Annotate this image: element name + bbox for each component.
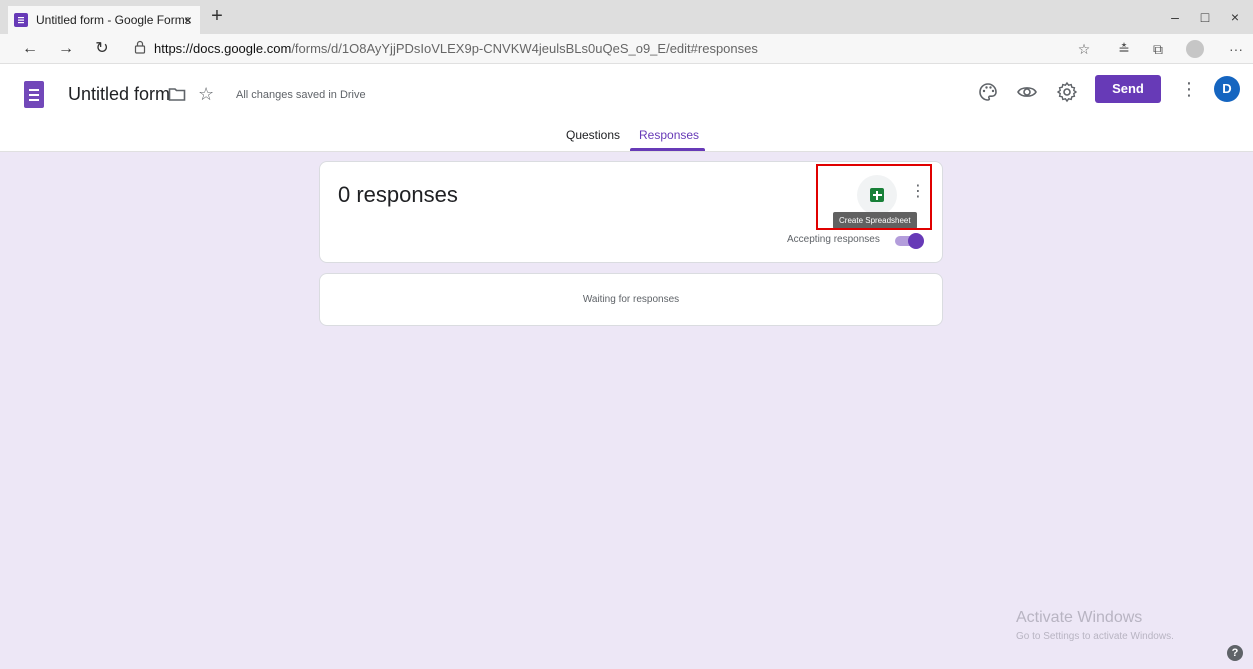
tab-questions[interactable]: Questions [566, 128, 620, 142]
accepting-responses-label: Accepting responses [787, 234, 880, 245]
move-to-folder-icon[interactable] [168, 86, 186, 107]
refresh-icon[interactable]: ↻ [90, 38, 114, 60]
browser-address-bar: ← → ↻ https://docs.google.com/forms/d/1O… [0, 34, 1253, 64]
forms-header: Untitled form ☆ All changes saved in Dri… [0, 64, 1253, 152]
maximize-button[interactable]: □ [1190, 6, 1220, 28]
preview-eye-icon[interactable] [1015, 80, 1039, 104]
tab-close-icon[interactable]: × [184, 10, 192, 30]
close-window-button[interactable]: × [1220, 6, 1250, 28]
help-icon[interactable]: ? [1227, 645, 1243, 661]
collections-icon[interactable]: ⧉ [1146, 38, 1170, 60]
tab-responses[interactable]: Responses [639, 128, 699, 142]
active-tab-indicator [630, 148, 705, 151]
url-field[interactable]: https://docs.google.com/forms/d/1O8AyYjj… [154, 41, 758, 56]
palette-icon[interactable] [976, 80, 1000, 104]
toggle-knob [908, 233, 924, 249]
account-avatar[interactable]: D [1214, 76, 1240, 102]
back-icon[interactable]: ← [18, 38, 42, 60]
browser-tab-strip: Untitled form - Google Forms × + – □ × [0, 0, 1253, 34]
browser-tab[interactable]: Untitled form - Google Forms × [8, 6, 200, 34]
url-host: https://docs.google.com [154, 41, 292, 56]
browser-menu-icon[interactable]: ··· [1224, 38, 1248, 60]
windows-activation-title: Activate Windows [1016, 609, 1143, 626]
responses-count: 0 responses [338, 182, 458, 207]
waiting-card: Waiting for responses [319, 273, 943, 326]
star-icon[interactable]: ☆ [198, 84, 214, 104]
save-status: All changes saved in Drive [236, 89, 366, 101]
more-options-icon[interactable]: ⋮ [1180, 78, 1198, 100]
new-tab-button[interactable]: + [206, 6, 228, 28]
browser-profile-icon[interactable] [1186, 40, 1204, 58]
favorites-list-icon[interactable]: ≛ [1112, 38, 1136, 60]
accepting-responses-toggle[interactable] [895, 233, 925, 249]
google-forms-logo-icon[interactable] [24, 81, 44, 108]
google-forms-favicon-icon [14, 13, 28, 27]
highlight-annotation-box [816, 164, 932, 230]
forward-icon[interactable]: → [54, 38, 78, 60]
settings-gear-icon[interactable] [1055, 80, 1079, 104]
send-button[interactable]: Send [1095, 75, 1161, 103]
browser-tab-title: Untitled form - Google Forms [36, 13, 191, 27]
waiting-message: Waiting for responses [582, 294, 680, 305]
url-path: /forms/d/1O8AyYjjPDsIoVLEX9p-CNVKW4jeuls… [291, 41, 758, 56]
form-title[interactable]: Untitled form [68, 84, 170, 105]
favorite-star-icon[interactable]: ☆ [1072, 38, 1096, 60]
minimize-button[interactable]: – [1160, 6, 1190, 28]
windows-activation-subtitle: Go to Settings to activate Windows. [1016, 631, 1174, 642]
responses-content: 0 responses ⋮ Create Spreadsheet Accepti… [0, 152, 1253, 669]
lock-icon [134, 40, 146, 59]
